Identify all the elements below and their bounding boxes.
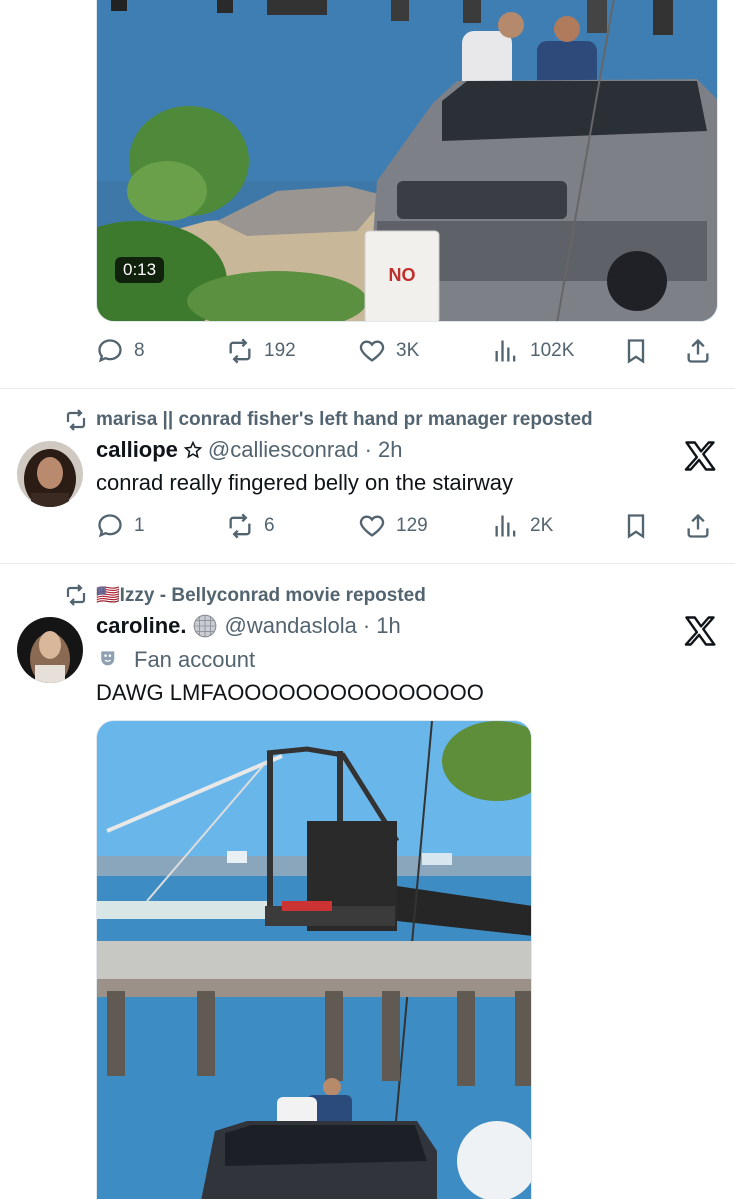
theater-masks-icon xyxy=(101,651,115,666)
handle[interactable]: @calliesconrad xyxy=(208,437,359,463)
reply-icon xyxy=(98,514,122,538)
views-button[interactable]: 2K xyxy=(492,506,553,546)
tweet-divider xyxy=(0,563,735,564)
separator-dot: · xyxy=(364,437,372,462)
avatar[interactable] xyxy=(17,617,83,683)
avatar-image xyxy=(17,617,83,683)
bookmark-icon xyxy=(627,339,645,364)
like-button[interactable]: 3K xyxy=(358,331,419,371)
like-count: 3K xyxy=(396,340,420,361)
svg-text:NO: NO xyxy=(389,265,416,285)
tweet2-action-bar: 1 6 129 2K xyxy=(96,506,716,546)
tweet1-video-frame: NO xyxy=(97,0,717,321)
reply-count: 8 xyxy=(134,340,145,361)
tweet3-video[interactable] xyxy=(96,720,532,1199)
repost-count: 6 xyxy=(264,515,275,536)
heart-icon xyxy=(359,340,385,362)
tweet-divider xyxy=(0,388,735,389)
tweet3-video-frame xyxy=(97,721,531,1199)
reposted-by-text: 🇺🇸Izzy - Bellyconrad movie reposted xyxy=(96,585,426,606)
views-chart-icon xyxy=(495,515,516,537)
fan-account-text: Fan account xyxy=(134,647,256,672)
tweet3-header: caroline. @wandaslola · 1h xyxy=(96,613,401,639)
heart-icon xyxy=(359,515,385,537)
star-badge-icon xyxy=(183,441,202,459)
display-name[interactable]: calliope xyxy=(96,437,178,463)
reply-icon xyxy=(98,339,122,363)
repost-count: 192 xyxy=(264,340,296,361)
like-button[interactable]: 129 xyxy=(358,506,428,546)
handle[interactable]: @wandaslola xyxy=(224,613,356,639)
share-button[interactable] xyxy=(684,506,712,546)
disco-ball-icon xyxy=(192,613,218,639)
repost-small-icon xyxy=(66,409,86,431)
tweet2-header: calliope @calliesconrad · 2h xyxy=(96,437,402,463)
repost-icon xyxy=(229,338,251,364)
share-icon xyxy=(687,513,709,538)
timestamp[interactable]: 1h xyxy=(376,613,400,639)
share-button[interactable] xyxy=(684,331,712,371)
views-count: 2K xyxy=(530,515,554,536)
repost-button[interactable]: 6 xyxy=(226,506,275,546)
fan-account-label: Fan account xyxy=(98,647,255,673)
tweet3-text: DAWG LMFAOOOOOOOOOOOOOOO xyxy=(96,680,484,705)
like-count: 129 xyxy=(396,515,428,536)
bookmark-button[interactable] xyxy=(622,331,650,371)
views-chart-icon xyxy=(495,340,516,362)
share-icon xyxy=(687,338,709,363)
bookmark-button[interactable] xyxy=(622,506,650,546)
repost-indicator[interactable]: marisa || conrad fisher's left hand pr m… xyxy=(64,408,593,432)
x-logo-icon[interactable] xyxy=(682,613,718,649)
repost-button[interactable]: 192 xyxy=(226,331,296,371)
video-duration-badge: 0:13 xyxy=(115,257,165,283)
separator-dot: · xyxy=(362,613,371,638)
repost-icon xyxy=(229,513,251,539)
avatar[interactable] xyxy=(17,441,83,507)
repost-indicator[interactable]: 🇺🇸Izzy - Bellyconrad movie reposted xyxy=(64,583,426,607)
repost-small-icon xyxy=(66,584,86,606)
tweet1-action-bar: 8 192 3K 102K xyxy=(96,331,716,371)
timestamp[interactable]: 2h xyxy=(378,437,402,463)
avatar-image xyxy=(17,441,83,507)
tweet2-text: conrad really fingered belly on the stai… xyxy=(96,470,514,495)
tweet1-video[interactable]: NO 0:13 xyxy=(96,0,718,322)
reply-count: 1 xyxy=(134,515,145,536)
reposted-by-text: marisa || conrad fisher's left hand pr m… xyxy=(96,409,593,430)
bookmark-icon xyxy=(627,514,645,539)
x-logo-icon[interactable] xyxy=(682,438,718,474)
reply-button[interactable]: 8 xyxy=(96,331,145,371)
reply-button[interactable]: 1 xyxy=(96,506,145,546)
views-button[interactable]: 102K xyxy=(492,331,574,371)
views-count: 102K xyxy=(530,340,575,361)
display-name[interactable]: caroline. xyxy=(96,613,186,639)
